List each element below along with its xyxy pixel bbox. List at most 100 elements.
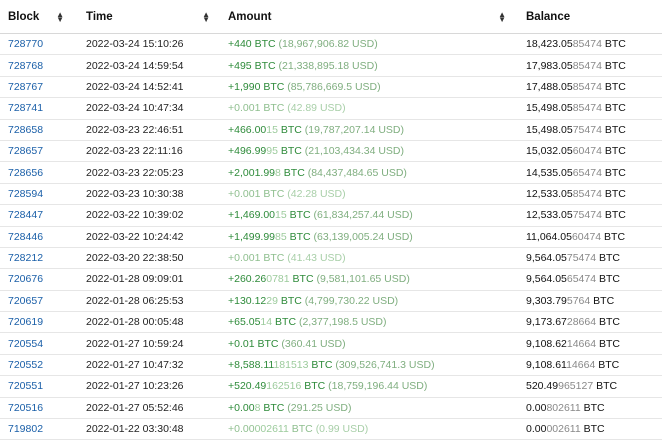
amount-btc-extra-digits: 15 bbox=[275, 209, 287, 222]
balance-extra-digits: 65474 bbox=[566, 273, 597, 286]
table-row: 728770 2022-03-24 15:10:26 +440 BTC (18,96… bbox=[0, 33, 662, 56]
balance-unit: BTC bbox=[601, 38, 626, 51]
time-cell: 2022-03-23 22:46:51 bbox=[68, 119, 220, 141]
amount-cell: +0.001 BTC (42.28 USD) bbox=[220, 183, 518, 206]
balance-extra-digits: 85474 bbox=[572, 38, 602, 51]
table-row: 728658 2022-03-23 22:46:51 +466.0015 BTC (… bbox=[0, 119, 662, 141]
table-row: 728741 2022-03-24 10:47:34 +0.001 BTC (42.… bbox=[0, 97, 662, 120]
amount-unit: BTC bbox=[286, 230, 311, 243]
sort-icon[interactable]: ▲ ▼ bbox=[56, 10, 64, 23]
balance-unit: BTC bbox=[595, 359, 620, 372]
transactions-table: Block ▲ ▼ Time ▲ ▼ Amount ▲ ▼ Balance 72… bbox=[0, 0, 662, 440]
balance-unit: BTC bbox=[601, 166, 626, 179]
balance-unit: BTC bbox=[593, 380, 618, 393]
table-row: 720551 2022-01-27 10:23:26 +520.49162516 B… bbox=[0, 375, 662, 398]
amount-cell: +1,469.0015 BTC (61,834,257.44 USD) bbox=[220, 204, 518, 227]
balance-main: 15,032.05 bbox=[526, 145, 573, 158]
block-link[interactable]: 728741 bbox=[8, 102, 43, 114]
time-cell: 2022-03-24 14:59:54 bbox=[68, 54, 220, 77]
balance-cell: 15,032.0560474 BTC bbox=[518, 140, 662, 163]
amount-usd: (18,759,196.44 USD) bbox=[328, 380, 428, 393]
block-link[interactable]: 720552 bbox=[8, 359, 43, 371]
balance-unit: BTC bbox=[601, 187, 626, 200]
balance-unit: BTC bbox=[601, 59, 626, 72]
column-header-label: Time bbox=[86, 10, 113, 23]
sort-icon[interactable]: ▲ ▼ bbox=[498, 10, 506, 23]
table-row: 719802 2022-01-22 03:30:48 +0.00002611 BTC… bbox=[0, 418, 662, 440]
amount-cell: +520.49162516 BTC (18,759,196.44 USD) bbox=[220, 375, 518, 398]
column-header-time[interactable]: Time ▲ ▼ bbox=[68, 0, 220, 34]
amount-btc: +260.26 bbox=[228, 273, 267, 286]
balance-unit: BTC bbox=[580, 401, 605, 414]
balance-unit: BTC bbox=[601, 230, 626, 243]
block-cell: 728657 bbox=[0, 140, 68, 163]
balance-main: 520.49 bbox=[526, 380, 559, 393]
amount-btc-extra-digits: 15 bbox=[266, 123, 278, 136]
table-row: 728768 2022-03-24 14:59:54 +495 BTC (21,33… bbox=[0, 54, 662, 77]
balance-main: 15,498.05 bbox=[526, 123, 573, 136]
block-link[interactable]: 720551 bbox=[8, 380, 43, 392]
time-cell: 2022-03-23 22:05:23 bbox=[68, 161, 220, 184]
balance-main: 0.00 bbox=[526, 423, 547, 436]
block-cell: 720552 bbox=[0, 354, 68, 377]
block-link[interactable]: 719802 bbox=[8, 423, 43, 435]
block-link[interactable]: 728594 bbox=[8, 188, 43, 200]
amount-usd: (9,581,101.65 USD) bbox=[316, 273, 410, 286]
amount-unit: BTC bbox=[272, 316, 297, 329]
amount-cell: +0.01 BTC (360.41 USD) bbox=[220, 332, 518, 355]
block-link[interactable]: 720516 bbox=[8, 402, 43, 414]
block-cell: 728447 bbox=[0, 204, 68, 227]
block-link[interactable]: 728767 bbox=[8, 81, 43, 93]
block-link[interactable]: 720676 bbox=[8, 273, 43, 285]
column-header-amount[interactable]: Amount ▲ ▼ bbox=[220, 0, 518, 34]
balance-cell: 9,564.0575474 BTC bbox=[518, 247, 662, 270]
balance-main: 18,423.05 bbox=[526, 38, 573, 51]
column-header-block[interactable]: Block ▲ ▼ bbox=[0, 0, 68, 34]
block-cell: 728656 bbox=[0, 161, 68, 184]
time-cell: 2022-03-22 10:39:02 bbox=[68, 204, 220, 227]
block-link[interactable]: 728770 bbox=[8, 38, 43, 50]
balance-extra-digits: 85474 bbox=[572, 187, 602, 200]
table-header-row: Block ▲ ▼ Time ▲ ▼ Amount ▲ ▼ Balance bbox=[0, 0, 662, 34]
block-link[interactable]: 728212 bbox=[8, 252, 43, 264]
balance-main: 17,983.05 bbox=[526, 59, 573, 72]
amount-btc-extra-digits: 85 bbox=[275, 230, 287, 243]
balance-main: 12,533.05 bbox=[526, 187, 573, 200]
column-header-label: Block bbox=[8, 10, 40, 23]
block-link[interactable]: 728658 bbox=[8, 124, 43, 136]
amount-btc-extra-digits: 14 bbox=[260, 316, 273, 329]
column-header-balance[interactable]: Balance bbox=[518, 0, 662, 34]
amount-btc: +0.00 bbox=[228, 423, 255, 436]
amount-btc: +0.00 bbox=[228, 401, 255, 414]
balance-cell: 9,303.795764 BTC bbox=[518, 290, 662, 313]
block-link[interactable]: 720657 bbox=[8, 295, 43, 307]
column-header-label: Balance bbox=[526, 10, 571, 23]
amount-unit: BTC bbox=[286, 209, 311, 222]
column-header-label: Amount bbox=[228, 10, 272, 23]
sort-icon[interactable]: ▲ ▼ bbox=[202, 10, 210, 23]
balance-unit: BTC bbox=[596, 316, 620, 329]
block-link[interactable]: 720619 bbox=[8, 316, 43, 328]
balance-cell: 0.00802611 BTC bbox=[518, 397, 662, 420]
balance-cell: 18,423.0585474 BTC bbox=[518, 33, 662, 56]
block-link[interactable]: 728768 bbox=[8, 60, 43, 72]
block-link[interactable]: 728657 bbox=[8, 145, 43, 157]
block-link[interactable]: 720554 bbox=[8, 338, 43, 350]
time-cell: 2022-03-24 10:47:34 bbox=[68, 97, 220, 120]
balance-unit: BTC bbox=[580, 423, 605, 436]
amount-btc: +130.12 bbox=[228, 294, 267, 307]
time-cell: 2022-01-28 09:09:01 bbox=[68, 268, 220, 291]
amount-cell: +440 BTC (18,967,906.82 USD) bbox=[220, 33, 518, 56]
block-link[interactable]: 728446 bbox=[8, 231, 43, 243]
block-cell: 720554 bbox=[0, 332, 68, 355]
amount-unit: BTC bbox=[289, 273, 314, 286]
amount-btc: +1,499.99 bbox=[228, 230, 276, 243]
block-link[interactable]: 728447 bbox=[8, 209, 43, 221]
amount-cell: +0.00002611 BTC (0.99 USD) bbox=[220, 418, 518, 440]
amount-btc: +466.00 bbox=[228, 123, 267, 136]
block-cell: 719802 bbox=[0, 418, 68, 440]
block-link[interactable]: 728656 bbox=[8, 167, 43, 179]
time-cell: 2022-01-27 10:59:24 bbox=[68, 332, 220, 355]
amount-unit: BTC bbox=[280, 166, 305, 179]
balance-unit: BTC bbox=[601, 123, 626, 136]
